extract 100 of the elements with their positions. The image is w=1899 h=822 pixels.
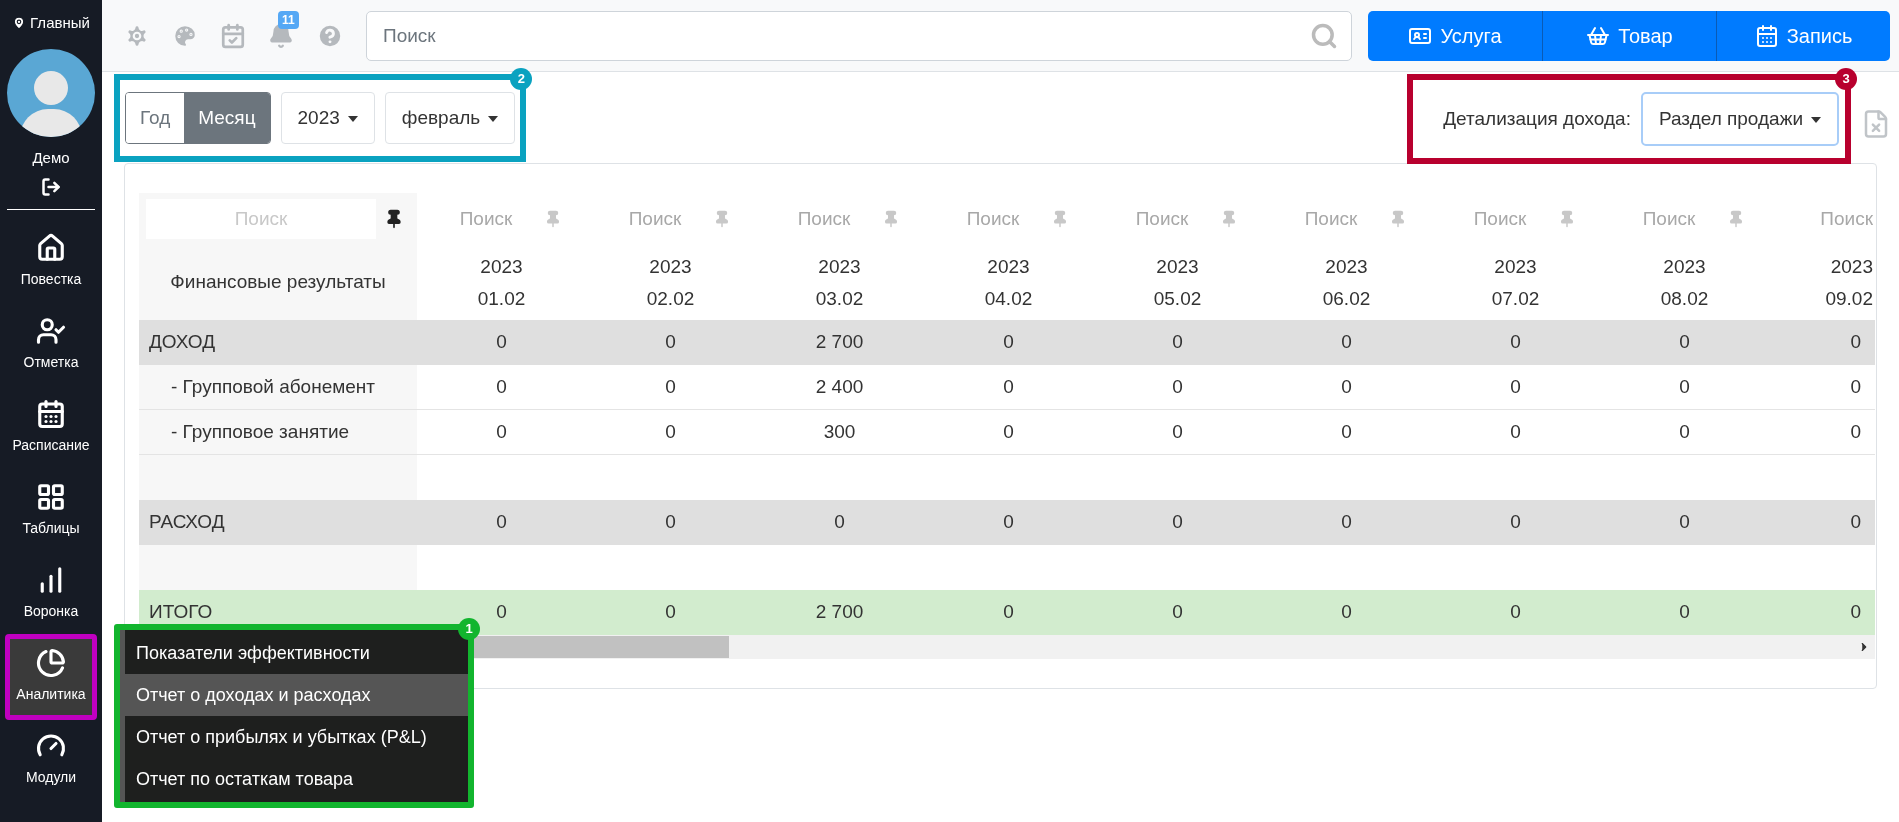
column-search-field[interactable]: Поиск (1813, 204, 1873, 234)
column-date: 02.02 (646, 286, 695, 311)
sidebar-item[interactable]: Расписание (10, 389, 92, 466)
table-cell-text: 2 700 (815, 330, 864, 355)
table-cell-text: 0 (665, 600, 676, 625)
annotation-number: 3 (1835, 68, 1857, 90)
table-cell-text: 0 (496, 510, 507, 535)
detail-label: Детализация дохода: (1443, 106, 1631, 131)
column-search-field[interactable]: Поиск (1122, 204, 1202, 234)
row-label: ДОХОД (149, 330, 216, 355)
column-date: 04.02 (984, 286, 1033, 311)
column-year: 2023 (818, 254, 861, 279)
table-cell-text: 0 (1341, 419, 1352, 444)
pin-icon[interactable] (384, 209, 404, 229)
table-cell-text: 0 (1003, 330, 1014, 355)
column-date: 08.02 (1660, 286, 1709, 311)
table-cell-text: 0 (1510, 510, 1521, 535)
table-cell-text: 0 (1510, 374, 1521, 399)
column-date: 01.02 (477, 286, 526, 311)
row-label: - Групповой абонемент (171, 374, 376, 399)
column-year: 2023 (480, 254, 523, 279)
house-icon (36, 233, 66, 263)
table-cell-text: 300 (823, 419, 856, 444)
row-label: РАСХОД (149, 510, 225, 535)
user-check-icon (36, 316, 66, 346)
column-year: 2023 (1830, 254, 1873, 279)
table-icon (36, 482, 66, 512)
calendar-check-icon[interactable] (220, 22, 246, 49)
column-date: 03.02 (815, 286, 864, 311)
menu-item[interactable]: Отчет по остаткам товара (125, 758, 468, 800)
table-cell-text: 0 (1850, 330, 1861, 355)
table-cell-text: 0 (1850, 374, 1861, 399)
bell-icon[interactable] (268, 22, 294, 49)
table-cell-text: 0 (1003, 600, 1014, 625)
column-year: 2023 (1494, 254, 1537, 279)
detail-dropdown[interactable]: Раздел продажи (1640, 92, 1839, 146)
annotation-number: 2 (510, 68, 533, 90)
calendar-icon (36, 399, 66, 429)
table-cell-text: 2 400 (815, 374, 864, 399)
location-label: Главный (30, 13, 90, 33)
column-year: 2023 (1156, 254, 1199, 279)
column-search-field[interactable]: Поиск (1291, 204, 1371, 234)
sidebar-item[interactable]: Воронка (10, 555, 92, 632)
column-search-field[interactable]: Поиск (446, 204, 526, 234)
sidebar-item[interactable]: Модули (10, 721, 92, 798)
row-label: - Групповое занятие (171, 419, 350, 444)
search-field[interactable]: Поиск (366, 10, 1352, 61)
location-pin-icon (12, 16, 27, 31)
action-button[interactable]: Запись (1716, 10, 1890, 61)
sidebar-item[interactable]: Повестка (10, 223, 92, 300)
column-search-field[interactable]: Поиск (784, 204, 864, 234)
column-search-field[interactable]: Поиск (1629, 204, 1709, 234)
table-cell-text: 0 (665, 374, 676, 399)
table-cell-text: 0 (1003, 419, 1014, 444)
table-cell-text: 0 (1172, 330, 1183, 355)
table-cell-text: 0 (1850, 510, 1861, 535)
table-cell-text: 0 (1510, 419, 1521, 444)
caret-icon (488, 115, 499, 122)
action-button[interactable]: Услуга (1368, 10, 1542, 61)
table-cell-text: 0 (1679, 510, 1690, 535)
table-cell-text: 0 (1510, 330, 1521, 355)
month-dropdown[interactable]: февраль (384, 92, 516, 144)
column-date: 07.02 (1491, 286, 1540, 311)
column-year: 2023 (987, 254, 1030, 279)
period-tab[interactable]: Месяц (184, 93, 270, 143)
table-cell-text: 0 (1510, 600, 1521, 625)
column-search-field[interactable]: Поиск (615, 204, 695, 234)
menu-item[interactable]: Отчет о доходах и расходах (125, 674, 468, 716)
table-cell-text: 0 (1341, 374, 1352, 399)
column-date: 06.02 (1322, 286, 1371, 311)
sidebar-item[interactable]: Аналитика (10, 638, 92, 715)
search-icon[interactable] (1310, 21, 1338, 50)
table-cell-text: 0 (1172, 374, 1183, 399)
column-date: 05.02 (1153, 286, 1202, 311)
row-label: ИТОГО (149, 600, 213, 625)
table-cell-text: 0 (1341, 510, 1352, 535)
table-cell-text: 0 (665, 510, 676, 535)
column-search-field[interactable]: Поиск (1460, 204, 1540, 234)
sidebar-item[interactable]: Отметка (10, 306, 92, 383)
table-cell-text: 0 (1679, 600, 1690, 625)
table-cell-text: 0 (1172, 510, 1183, 535)
table-cell-text: 0 (1341, 330, 1352, 355)
table-cell-text: 0 (1003, 510, 1014, 535)
pie-chart-icon (36, 648, 66, 678)
column-header: Финансовые результаты (170, 270, 386, 295)
sidebar-item[interactable]: Таблицы (10, 472, 92, 549)
calendar-icon (1754, 23, 1779, 48)
table-cell-text: 0 (496, 330, 507, 355)
table-cell-text: 2 700 (815, 600, 864, 625)
table-cell-text: 0 (496, 419, 507, 444)
table-cell-text: 0 (665, 419, 676, 444)
table-cell-text: 0 (1172, 419, 1183, 444)
action-button[interactable]: Товар (1542, 10, 1716, 61)
table-cell-text: 0 (1850, 600, 1861, 625)
year-dropdown[interactable]: 2023 (280, 92, 375, 144)
column-search-field[interactable]: Поиск (953, 204, 1033, 234)
column-date: 09.02 (1825, 286, 1873, 311)
table-cell-text: 0 (1003, 374, 1014, 399)
logout-icon[interactable] (41, 177, 61, 197)
menu-item[interactable]: Отчет о прибылях и убытках (P&L) (125, 716, 468, 758)
